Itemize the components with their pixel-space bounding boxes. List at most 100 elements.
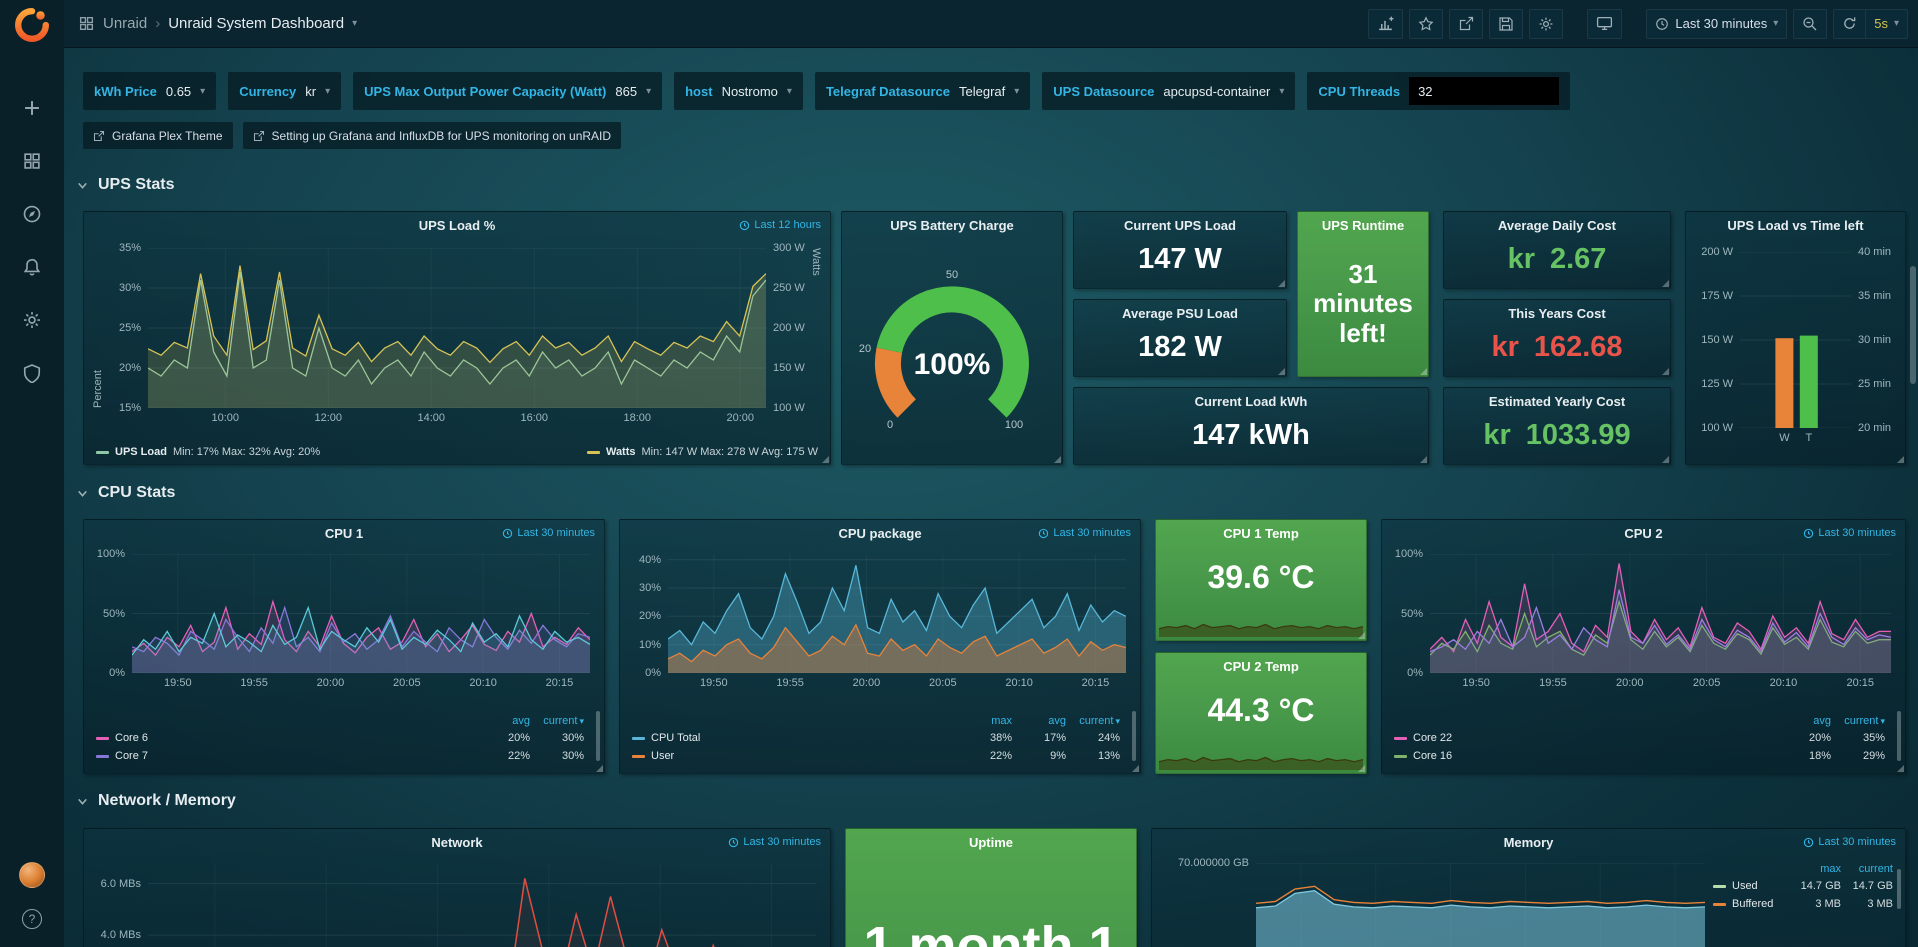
- network-chart[interactable]: 6.0 MBs4.0 MBs2.0 MBs19:5019:5520:0020:0…: [148, 863, 816, 947]
- user-avatar[interactable]: [16, 863, 48, 887]
- sidebar-alerting-button[interactable]: [16, 255, 48, 279]
- panel-title[interactable]: UPS Load %: [419, 218, 496, 233]
- legend-scrollbar[interactable]: [1132, 711, 1136, 761]
- dashboard-link-plex-theme[interactable]: Grafana Plex Theme: [83, 122, 233, 149]
- legend-item[interactable]: UPS Load Min: 17% Max: 32% Avg: 20%: [96, 446, 320, 458]
- panel-title[interactable]: UPS Battery Charge: [890, 218, 1014, 233]
- panel-title[interactable]: Current UPS Load: [1124, 218, 1236, 233]
- variable-host[interactable]: host Nostromo ▾: [674, 72, 803, 110]
- breadcrumb-title[interactable]: Unraid System Dashboard: [168, 15, 344, 32]
- time-range-badge[interactable]: Last 30 minutes: [728, 836, 821, 848]
- row-header-ups-stats[interactable]: UPS Stats: [76, 176, 174, 194]
- panel-cpu1: CPU 1 Last 30 minutes 100%50%0%19:5019:5…: [83, 519, 605, 774]
- time-range-badge[interactable]: Last 12 hours: [739, 219, 821, 231]
- help-button[interactable]: ?: [16, 907, 48, 931]
- axis-tick-label: 19:50: [164, 677, 192, 689]
- variable-ups-datasource[interactable]: UPS Datasource apcupsd-container ▾: [1042, 72, 1295, 110]
- panel-title[interactable]: Memory: [1504, 835, 1554, 850]
- sidebar-dashboards-button[interactable]: [16, 149, 48, 173]
- panel-resize-handle[interactable]: [1897, 765, 1904, 772]
- panel-resize-handle[interactable]: [1897, 456, 1904, 463]
- panel-title[interactable]: Uptime: [969, 835, 1013, 850]
- panel-title[interactable]: Average Daily Cost: [1498, 218, 1616, 233]
- share-button[interactable]: [1449, 9, 1483, 39]
- cycle-view-button[interactable]: [1587, 9, 1622, 39]
- panel-resize-handle[interactable]: [1420, 368, 1427, 375]
- row-header-network-memory[interactable]: Network / Memory: [76, 792, 236, 810]
- panel-resize-handle[interactable]: [1278, 368, 1285, 375]
- panel-resize-handle[interactable]: [1662, 456, 1669, 463]
- panel-title[interactable]: Current Load kWh: [1195, 394, 1308, 409]
- ups-bar-chart[interactable]: 200 W175 W150 W125 W100 W40 min35 min30 …: [1740, 252, 1851, 428]
- grafana-logo[interactable]: [15, 8, 49, 42]
- time-range-picker[interactable]: Last 30 minutes ▾: [1646, 9, 1787, 39]
- panel-resize-handle[interactable]: [1420, 456, 1427, 463]
- cpu1-chart[interactable]: 100%50%0%19:5019:5520:0020:0520:1020:15: [132, 554, 590, 673]
- sidebar-explore-button[interactable]: [16, 202, 48, 226]
- panel-resize-handle[interactable]: [822, 456, 829, 463]
- chevron-down-icon[interactable]: ▾: [352, 18, 357, 29]
- legend-scrollbar[interactable]: [596, 711, 600, 761]
- variable-kwh-price[interactable]: kWh Price 0.65 ▾: [83, 72, 216, 110]
- legend-row[interactable]: Buffered 3 MB 3 MB: [1713, 895, 1893, 913]
- time-range-badge[interactable]: Last 30 minutes: [1803, 836, 1896, 848]
- page-scrollbar[interactable]: [1910, 266, 1916, 384]
- save-button[interactable]: [1489, 9, 1523, 39]
- legend-scrollbar[interactable]: [1897, 711, 1901, 761]
- cpu2-chart[interactable]: 100%50%0%19:5019:5520:0020:0520:1020:15: [1430, 554, 1891, 673]
- zoom-out-button[interactable]: [1793, 9, 1827, 39]
- panel-resize-handle[interactable]: [1358, 765, 1365, 772]
- panel-title[interactable]: UPS Runtime: [1322, 218, 1404, 233]
- refresh-interval-dropdown[interactable]: 5s ▾: [1865, 9, 1908, 39]
- sidebar-admin-button[interactable]: [16, 361, 48, 385]
- variable-ups-max-output[interactable]: UPS Max Output Power Capacity (Watt) 865…: [353, 72, 662, 110]
- legend-row[interactable]: User 22% 9% 13%: [632, 747, 1120, 765]
- panel-title[interactable]: Average PSU Load: [1122, 306, 1238, 321]
- add-panel-button[interactable]: [1368, 9, 1403, 39]
- panel-resize-handle[interactable]: [1358, 632, 1365, 639]
- legend-row[interactable]: Core 7 22% 30%: [96, 747, 584, 765]
- panel-title[interactable]: CPU 2: [1624, 526, 1662, 541]
- row-header-cpu-stats[interactable]: CPU Stats: [76, 484, 175, 502]
- panel-resize-handle[interactable]: [1054, 456, 1061, 463]
- panel-resize-handle[interactable]: [1132, 765, 1139, 772]
- legend-row[interactable]: Used 14.7 GB 14.7 GB: [1713, 877, 1893, 895]
- panel-resize-handle[interactable]: [1662, 280, 1669, 287]
- time-range-badge[interactable]: Last 30 minutes: [502, 527, 595, 539]
- panel-title[interactable]: CPU 1 Temp: [1223, 526, 1299, 541]
- panel-title[interactable]: Network: [431, 835, 482, 850]
- panel-title[interactable]: UPS Load vs Time left: [1727, 218, 1863, 233]
- panel-title[interactable]: CPU 2 Temp: [1223, 659, 1299, 674]
- legend-row[interactable]: CPU Total 38% 17% 24%: [632, 729, 1120, 747]
- dashboard-link-ups-guide[interactable]: Setting up Grafana and InfluxDB for UPS …: [243, 122, 622, 149]
- axis-tick-label: 100 W: [773, 402, 805, 414]
- panel-resize-handle[interactable]: [1662, 368, 1669, 375]
- legend-row[interactable]: Core 22 20% 35%: [1394, 729, 1885, 747]
- legend-item[interactable]: Watts Min: 147 W Max: 278 W Avg: 175 W: [587, 446, 818, 458]
- legend-row[interactable]: Core 16 18% 29%: [1394, 747, 1885, 765]
- time-range-badge[interactable]: Last 30 minutes: [1038, 527, 1131, 539]
- panel-title[interactable]: This Years Cost: [1508, 306, 1605, 321]
- panel-title[interactable]: CPU 1: [325, 526, 363, 541]
- legend-scrollbar[interactable]: [1897, 869, 1901, 909]
- star-button[interactable]: [1409, 9, 1443, 39]
- stat-value: 182 W: [1074, 324, 1286, 371]
- dashboard-settings-button[interactable]: [1529, 9, 1563, 39]
- cpu-package-chart[interactable]: 40%30%20%10%0%19:5019:5520:0020:0520:102…: [668, 554, 1126, 673]
- sidebar-configuration-button[interactable]: [16, 308, 48, 332]
- panel-title[interactable]: CPU package: [838, 526, 921, 541]
- variable-telegraf-datasource[interactable]: Telegraf Datasource Telegraf ▾: [815, 72, 1030, 110]
- legend-row[interactable]: Core 6 20% 30%: [96, 729, 584, 747]
- refresh-button[interactable]: [1833, 9, 1865, 39]
- breadcrumb-folder[interactable]: Unraid: [103, 15, 147, 32]
- cpu-threads-input[interactable]: [1409, 77, 1559, 105]
- panel-resize-handle[interactable]: [596, 765, 603, 772]
- sidebar-create-button[interactable]: [16, 96, 48, 120]
- clock-icon: [502, 528, 513, 539]
- ups-load-chart[interactable]: 35%30%25%20%15%300 W250 W200 W150 W100 W…: [148, 248, 766, 408]
- panel-resize-handle[interactable]: [1278, 280, 1285, 287]
- variable-currency[interactable]: Currency kr ▾: [228, 72, 341, 110]
- memory-chart[interactable]: 70.000000 GB60.000000 GB50.000000 GB19:5…: [1256, 863, 1705, 947]
- panel-title[interactable]: Estimated Yearly Cost: [1489, 394, 1625, 409]
- time-range-badge[interactable]: Last 30 minutes: [1803, 527, 1896, 539]
